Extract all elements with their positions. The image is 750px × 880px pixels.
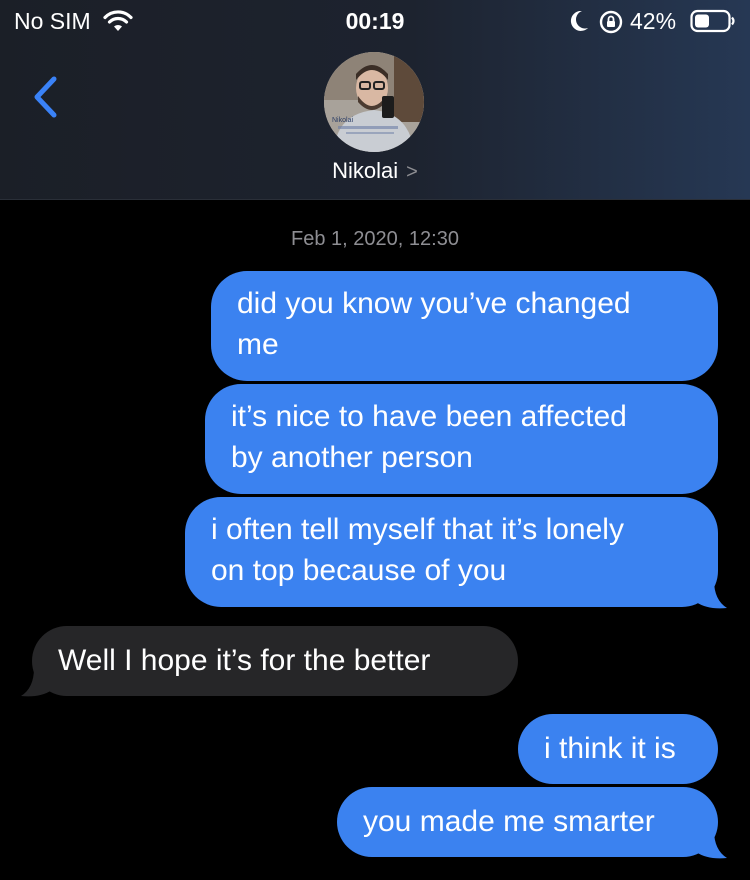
message-text-line: Well I hope it’s for the better: [58, 644, 431, 677]
sent-message-bubble[interactable]: i often tell myself that it’s lonely on …: [185, 497, 718, 607]
received-bubble-tail: [21, 668, 54, 697]
battery-percentage: 42%: [630, 8, 677, 34]
message-text-line: i think it is: [544, 732, 676, 765]
conversation-header: No SIM 00:19 42% Nikolai Nikolai >: [0, 0, 750, 200]
avatar-photo: Nikolai: [324, 52, 424, 152]
battery-icon: [690, 9, 735, 33]
sent-bubble-tail: [694, 580, 727, 609]
message-text-line: by another person: [231, 441, 473, 474]
sent-message-bubble[interactable]: you made me smarter: [337, 787, 718, 857]
message-text-line: me: [237, 328, 279, 361]
contact-avatar[interactable]: Nikolai: [324, 52, 424, 152]
sent-message-bubble[interactable]: did you know you’ve changed me: [211, 271, 718, 381]
message-text-line: on top because of you: [211, 554, 507, 587]
message-text-line: it’s nice to have been affected: [231, 400, 627, 433]
sent-bubble-tail: [694, 830, 727, 859]
rotation-lock-icon: [599, 10, 623, 34]
received-message-bubble[interactable]: Well I hope it’s for the better: [32, 626, 518, 696]
message-text-line: i often tell myself that it’s lonely: [211, 513, 624, 546]
sent-message-bubble[interactable]: i think it is: [518, 714, 718, 784]
sent-message-bubble[interactable]: it’s nice to have been affected by anoth…: [205, 384, 718, 494]
contact-name-button[interactable]: Nikolai >: [0, 158, 750, 184]
message-text-line: you made me smarter: [363, 805, 655, 838]
conversation-timestamp: Feb 1, 2020, 12:30: [291, 228, 459, 250]
header-divider: [0, 199, 750, 200]
contact-name: Nikolai: [332, 158, 399, 183]
message-text-line: did you know you’ve changed: [237, 287, 631, 320]
back-chevron-icon[interactable]: [28, 74, 68, 120]
chevron-right-icon: >: [406, 161, 418, 183]
moon-icon: [570, 10, 588, 31]
avatar-caption: Nikolai: [332, 117, 353, 124]
status-bar: No SIM 00:19 42%: [0, 0, 750, 44]
